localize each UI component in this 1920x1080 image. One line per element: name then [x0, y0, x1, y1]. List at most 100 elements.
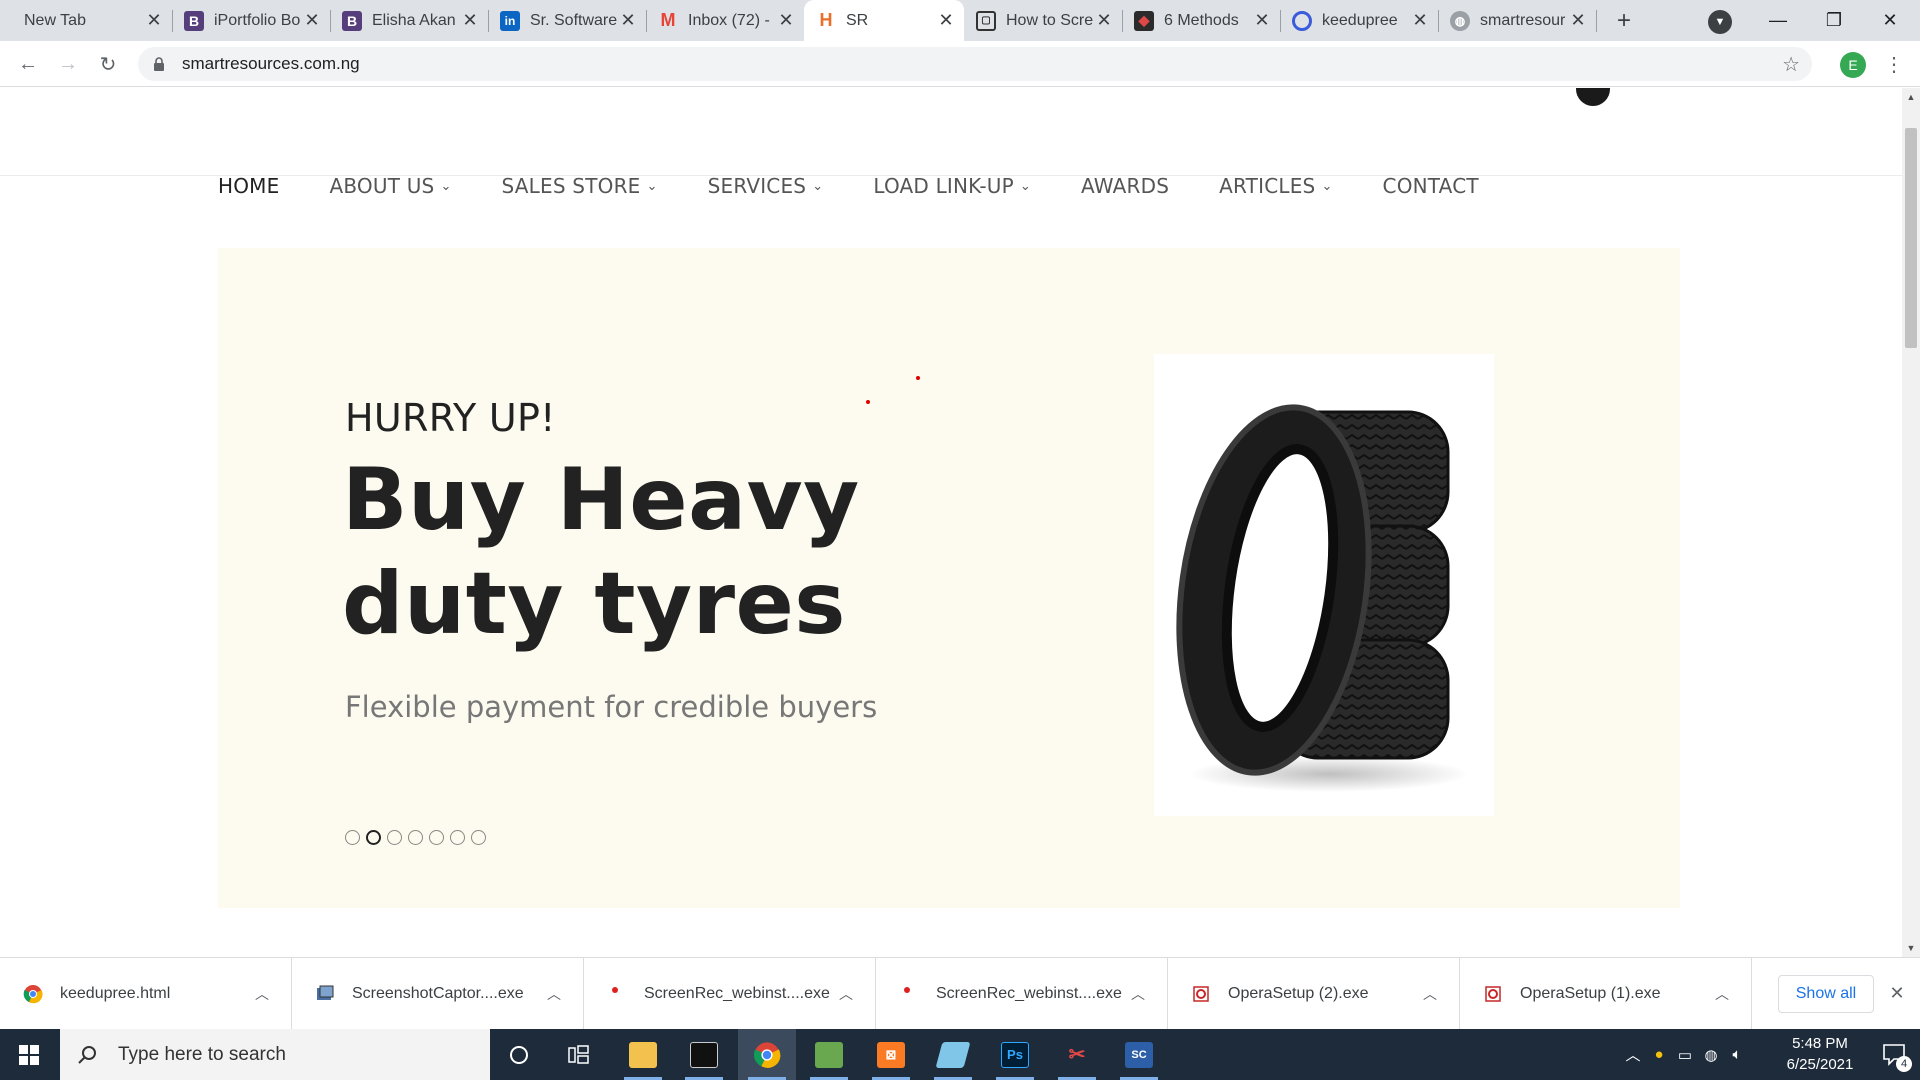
- slider-dot[interactable]: [345, 830, 360, 845]
- tab-elisha-akan[interactable]: B Elisha Akan ✕: [330, 0, 489, 41]
- download-filename: ScreenRec_webinst....exe: [644, 985, 830, 1002]
- close-icon[interactable]: ✕: [1568, 10, 1588, 31]
- notepad-icon[interactable]: [800, 1029, 858, 1080]
- bookmark-star-icon[interactable]: ☆: [1782, 52, 1800, 77]
- nav-label: ARTICLES: [1219, 174, 1316, 198]
- download-item[interactable]: ScreenshotCaptor....exe ︿: [292, 958, 584, 1030]
- slider-dot[interactable]: [429, 830, 444, 845]
- chevron-up-icon[interactable]: ︿: [835, 983, 857, 1005]
- clock-time: 5:48 PM: [1792, 1035, 1848, 1052]
- show-all-downloads-button[interactable]: Show all: [1778, 975, 1874, 1013]
- chevron-up-icon[interactable]: ︿: [251, 983, 273, 1005]
- xampp-icon[interactable]: ⊠: [862, 1029, 920, 1080]
- url-text[interactable]: smartresources.com.ng: [182, 54, 360, 74]
- terminal-icon[interactable]: [675, 1029, 733, 1080]
- screencaptor-icon[interactable]: SC: [1110, 1029, 1168, 1080]
- tab-how-to-screen[interactable]: ▢ How to Scre ✕: [964, 0, 1123, 41]
- slider-dot[interactable]: [408, 830, 423, 845]
- battery-icon[interactable]: ▭: [1672, 1046, 1698, 1064]
- security-shield-icon[interactable]: ●: [1646, 1046, 1672, 1063]
- close-icon[interactable]: ✕: [1094, 10, 1114, 31]
- volume-icon[interactable]: 🔈︎: [1724, 1046, 1750, 1063]
- chrome-taskbar-icon[interactable]: [738, 1029, 796, 1080]
- forward-arrow-icon[interactable]: →: [54, 50, 82, 78]
- taskbar-search-input[interactable]: Type here to search: [60, 1029, 490, 1080]
- slider-dot-active[interactable]: [366, 830, 381, 845]
- task-view-icon[interactable]: [550, 1029, 608, 1080]
- nav-home[interactable]: HOME: [218, 174, 279, 198]
- restore-icon[interactable]: ❐: [1806, 0, 1862, 41]
- tab-gmail[interactable]: M Inbox (72) - ✕: [646, 0, 804, 41]
- download-item[interactable]: keedupree.html ︿: [0, 958, 292, 1030]
- chevron-up-icon[interactable]: ︿: [1620, 1044, 1646, 1065]
- chrome-icon: [22, 983, 44, 1005]
- nav-sales-store[interactable]: SALES STORE ⌄: [502, 174, 658, 198]
- nav-label: SERVICES: [707, 174, 807, 198]
- address-bar[interactable]: smartresources.com.ng ☆: [138, 47, 1812, 81]
- slider-dot[interactable]: [450, 830, 465, 845]
- reload-icon[interactable]: ↻: [94, 50, 122, 78]
- download-item[interactable]: OperaSetup (1).exe ︿: [1460, 958, 1752, 1030]
- nav-awards[interactable]: AWARDS: [1081, 174, 1169, 198]
- photoshop-icon[interactable]: Ps: [986, 1029, 1044, 1080]
- close-icon[interactable]: ✕: [460, 10, 480, 31]
- vpn-icon[interactable]: [924, 1029, 982, 1080]
- back-arrow-icon[interactable]: ←: [14, 50, 42, 78]
- profile-avatar[interactable]: E: [1840, 52, 1866, 78]
- scroll-up-arrow-icon[interactable]: ▲: [1902, 88, 1920, 106]
- windows-start-icon[interactable]: [0, 1029, 58, 1080]
- network-globe-icon[interactable]: ◍: [1698, 1046, 1724, 1064]
- slider-dot[interactable]: [387, 830, 402, 845]
- action-center-icon[interactable]: 4: [1870, 1029, 1920, 1080]
- browser-menu-icon[interactable]: ⋮: [1884, 50, 1904, 78]
- globe-icon: ◍: [1450, 10, 1470, 31]
- scrollbar-thumb[interactable]: [1905, 128, 1917, 348]
- tab-new-tab[interactable]: New Tab ✕: [12, 0, 173, 41]
- nav-label: AWARDS: [1081, 174, 1170, 198]
- tab-linkedin[interactable]: in Sr. Software ✕: [488, 0, 647, 41]
- nav-articles[interactable]: ARTICLES ⌄: [1219, 174, 1332, 198]
- close-icon[interactable]: ✕: [936, 10, 956, 31]
- window-close-icon[interactable]: ✕: [1862, 0, 1918, 41]
- nav-services[interactable]: SERVICES ⌄: [708, 174, 824, 198]
- close-icon[interactable]: ✕: [618, 10, 638, 31]
- snipping-tool-icon[interactable]: ✂: [1048, 1029, 1106, 1080]
- tab-search-chevron-icon[interactable]: ▼: [1708, 10, 1732, 34]
- nav-contact[interactable]: CONTACT: [1383, 174, 1479, 198]
- cortana-icon[interactable]: [490, 1029, 548, 1080]
- close-icon[interactable]: ✕: [144, 10, 164, 31]
- close-icon[interactable]: ✕: [1410, 10, 1430, 31]
- download-item[interactable]: OperaSetup (2).exe ︿: [1168, 958, 1460, 1030]
- chevron-up-icon[interactable]: ︿: [543, 983, 565, 1005]
- close-shelf-icon[interactable]: ✕: [1886, 982, 1908, 1004]
- minimize-icon[interactable]: —: [1750, 0, 1806, 41]
- scroll-down-arrow-icon[interactable]: ▼: [1902, 939, 1920, 957]
- download-item[interactable]: ScreenRec_webinst....exe ︿: [876, 958, 1168, 1030]
- tab-title: Elisha Akan: [372, 11, 456, 29]
- tab-sr-active[interactable]: H SR ✕: [804, 0, 964, 41]
- site-navigation: HOME ABOUT US ⌄ SALES STORE ⌄ SERVICES ⌄ LO…: [218, 160, 1529, 212]
- lock-icon[interactable]: [152, 56, 166, 72]
- tab-6-methods[interactable]: ◆ 6 Methods ✕: [1122, 0, 1281, 41]
- close-icon[interactable]: ✕: [302, 10, 322, 31]
- download-item[interactable]: ScreenRec_webinst....exe ︿: [584, 958, 876, 1030]
- close-icon[interactable]: ✕: [776, 10, 796, 31]
- file-explorer-icon[interactable]: [614, 1029, 672, 1080]
- slider-dot[interactable]: [471, 830, 486, 845]
- chevron-up-icon[interactable]: ︿: [1711, 983, 1733, 1005]
- linkedin-icon: in: [500, 10, 520, 31]
- page-scrollbar[interactable]: ▲ ▼: [1902, 88, 1920, 957]
- nav-label: SALES STORE: [501, 174, 641, 198]
- close-icon[interactable]: ✕: [1252, 10, 1272, 31]
- tab-keedupree[interactable]: keedupree ✕: [1280, 0, 1439, 41]
- tab-iportfolio[interactable]: B iPortfolio Bo ✕: [172, 0, 331, 41]
- nav-about-us[interactable]: ABOUT US ⌄: [329, 174, 451, 198]
- taskbar-clock[interactable]: 5:48 PM 6/25/2021: [1770, 1033, 1870, 1075]
- tab-smartresources[interactable]: ◍ smartresour ✕: [1438, 0, 1597, 41]
- tab-title: How to Scre: [1006, 11, 1094, 29]
- nav-load-link-up[interactable]: LOAD LINK-UP ⌄: [873, 174, 1031, 198]
- new-tab-plus-icon[interactable]: +: [1610, 7, 1638, 34]
- chevron-up-icon[interactable]: ︿: [1127, 983, 1149, 1005]
- chevron-up-icon[interactable]: ︿: [1419, 983, 1441, 1005]
- gmail-icon: M: [660, 10, 676, 30]
